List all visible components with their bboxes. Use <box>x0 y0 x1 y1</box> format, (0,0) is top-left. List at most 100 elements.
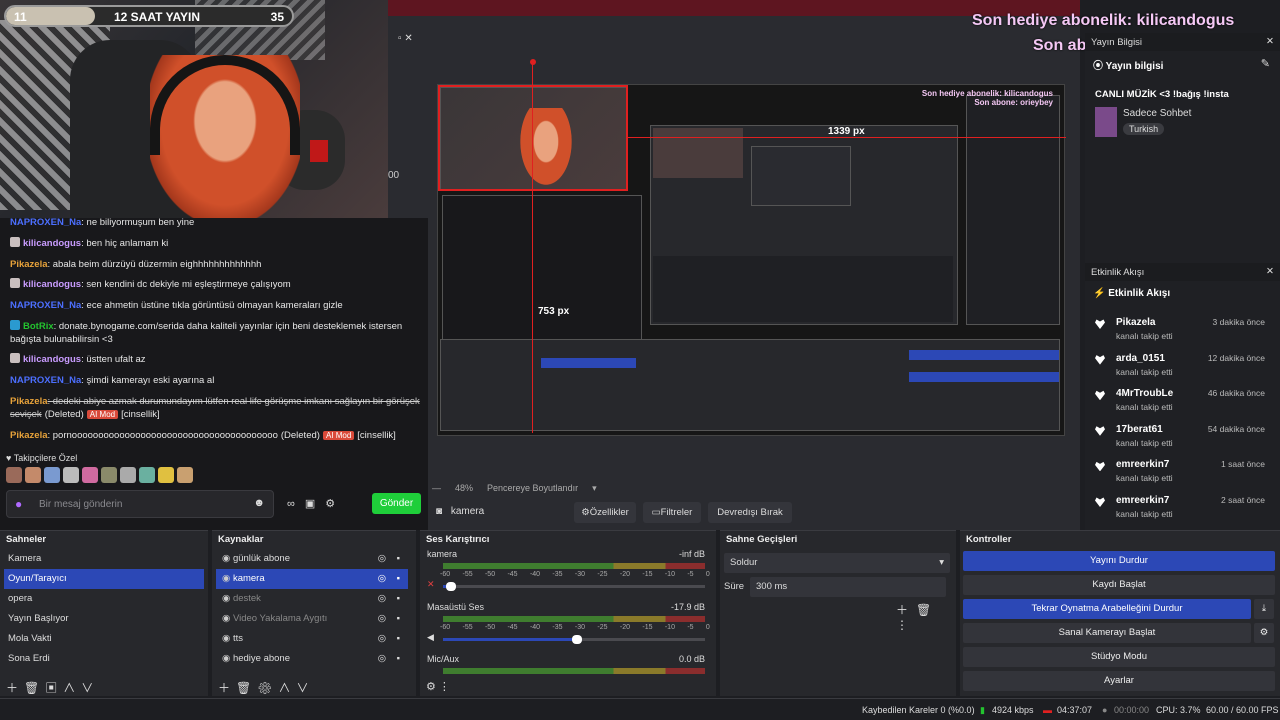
chat-username[interactable]: Pikazela <box>10 396 48 407</box>
chat-username[interactable]: kilicandogus <box>23 238 81 249</box>
event-username[interactable]: 17berat61 <box>1116 424 1163 435</box>
volume-slider[interactable] <box>443 635 705 644</box>
scenes-toolbar[interactable]: ＋🗑▣∧∨ <box>0 676 208 696</box>
emote-icon[interactable] <box>177 467 193 483</box>
emote-icon[interactable] <box>25 467 41 483</box>
sources-toolbar[interactable]: ＋🗑⚙∧∨ <box>212 676 416 696</box>
eye-icon[interactable]: ◎ <box>378 649 386 669</box>
moderation-tag: [cinsellik] <box>357 430 396 441</box>
save-replay-icon[interactable]: ⤓ <box>1254 599 1274 619</box>
scene-item[interactable]: Oyun/Tarayıcı <box>4 569 204 589</box>
source-item[interactable]: ◉ destek ◎ ▪ <box>216 589 408 609</box>
properties-button[interactable]: ⚙Özellikler <box>574 502 636 523</box>
chevron-down-icon[interactable]: ▾ <box>592 483 597 497</box>
source-item[interactable]: ◉ Video Yakalama Aygıtı ◎ ▪ <box>216 609 408 629</box>
eye-icon[interactable]: ◎ <box>378 629 386 649</box>
emote-icon[interactable] <box>120 467 136 483</box>
emote-icon[interactable] <box>158 467 174 483</box>
chat-username[interactable]: NAPROXEN_Na <box>10 375 81 386</box>
volume-slider[interactable] <box>443 582 705 591</box>
transition-tools[interactable]: ＋🗑⋮ <box>896 601 956 632</box>
lock-icon[interactable]: ▪ <box>397 629 400 649</box>
lock-icon[interactable]: ▪ <box>397 569 400 589</box>
filters-button[interactable]: ▭Filtreler <box>643 502 701 523</box>
event-username[interactable]: Pikazela <box>1116 317 1155 328</box>
mixer-toolbar[interactable]: ⚙ ⋮ <box>426 680 450 693</box>
scene-item[interactable]: Sona Erdi <box>4 649 204 669</box>
slider-knob[interactable] <box>571 635 582 644</box>
chat-tools[interactable]: ∞▣⚙ <box>287 497 345 510</box>
chat-username[interactable]: Pikazela <box>10 259 48 270</box>
deactivate-button[interactable]: Devredışı Bırak <box>708 502 792 523</box>
stop-replay-buffer-button[interactable]: Tekrar Oynatma Arabelleğini Durdur <box>963 599 1251 619</box>
heart-icon <box>1095 497 1105 507</box>
chat-username[interactable]: kilicandogus <box>23 279 81 290</box>
event-username[interactable]: 4MrTroubLe <box>1116 388 1173 399</box>
mic-icon[interactable]: ● <box>15 497 22 511</box>
preview-canvas[interactable]: Son hediye abonelik: kilicandogus Son abo… <box>437 59 1066 436</box>
emoji-icon[interactable]: ☻ <box>253 497 265 509</box>
rotation-handle[interactable] <box>530 59 536 65</box>
chat-input[interactable]: ● Bir mesaj gönderin ☻ <box>6 490 274 518</box>
virtual-camera-button[interactable]: Sanal Kamerayı Başlat <box>963 623 1251 643</box>
event-username[interactable]: emreerkin7 <box>1116 459 1169 470</box>
speaker-icon[interactable]: ◀ <box>427 632 434 643</box>
emote-icon[interactable] <box>101 467 117 483</box>
lock-icon[interactable]: ▪ <box>397 589 400 609</box>
eye-icon[interactable]: ◎ <box>378 549 386 569</box>
eye-hidden-icon[interactable]: ◎ <box>378 609 386 629</box>
transition-select[interactable]: Soldur ▾ <box>724 553 950 573</box>
event-username[interactable]: arda_0151 <box>1116 353 1165 364</box>
float-icon[interactable]: ▫ <box>398 33 402 44</box>
duration-input[interactable]: 300 ms <box>750 577 946 597</box>
source-item[interactable]: ◉ hediye abone ◎ ▪ <box>216 649 408 669</box>
scene-item[interactable]: opera <box>4 589 204 609</box>
edit-icon[interactable]: ✎ <box>1261 57 1270 70</box>
chat-text: : sen kendini dc dekiyle mi eşleştirmeye… <box>81 279 291 290</box>
emote-icon[interactable] <box>82 467 98 483</box>
emote-icon[interactable] <box>139 467 155 483</box>
scene-item[interactable]: Kamera <box>4 549 204 569</box>
lock-icon[interactable]: ▪ <box>397 609 400 629</box>
emote-bar[interactable] <box>6 467 193 483</box>
muted-icon[interactable]: ✕ <box>427 579 435 590</box>
dock-controls[interactable]: ▫ ✕ <box>388 33 428 49</box>
slider-knob[interactable] <box>445 582 456 591</box>
lock-icon[interactable]: ▪ <box>397 549 400 569</box>
nested-webcam[interactable] <box>440 87 628 192</box>
close-icon[interactable]: ✕ <box>1266 36 1274 47</box>
eye-icon[interactable]: ◎ <box>378 569 386 589</box>
lock-icon[interactable]: ▪ <box>397 649 400 669</box>
chat-username[interactable]: Pikazela <box>10 430 48 441</box>
chat-username[interactable]: kilicandogus <box>23 354 81 365</box>
scene-item[interactable]: Mola Vakti <box>4 629 204 649</box>
emote-icon[interactable] <box>44 467 60 483</box>
chat-message: Pikazela: dedeki abiye azmak durumundayı… <box>10 395 420 421</box>
category-name[interactable]: Sadece Sohbet <box>1123 108 1191 119</box>
close-icon[interactable]: ✕ <box>1266 266 1274 277</box>
source-item[interactable]: ◉ kamera ◎ ▪ <box>216 569 408 589</box>
gift-icon[interactable]: ▣ <box>305 498 325 510</box>
stop-stream-button[interactable]: Yayını Durdur <box>963 551 1275 571</box>
emote-icon[interactable] <box>63 467 79 483</box>
gear-icon[interactable]: ⚙ <box>325 498 345 510</box>
studio-mode-button[interactable]: Stüdyo Modu <box>963 647 1275 667</box>
chat-username[interactable]: NAPROXEN_Na <box>10 300 81 311</box>
chat-username[interactable]: BotRix <box>23 321 54 332</box>
link-icon[interactable]: ∞ <box>287 498 305 510</box>
eye-hidden-icon[interactable]: ◎ <box>378 589 386 609</box>
send-button[interactable]: Gönder <box>372 493 421 514</box>
source-item[interactable]: ◉ tts ◎ ▪ <box>216 629 408 649</box>
scene-item[interactable]: Yayın Başlıyor <box>4 609 204 629</box>
emote-icon[interactable] <box>6 467 22 483</box>
start-record-button[interactable]: Kaydı Başlat <box>963 575 1275 595</box>
gear-icon[interactable]: ⚙ <box>1254 623 1274 643</box>
close-icon[interactable]: ✕ <box>404 33 412 44</box>
preview-zoom-bar[interactable]: — 48% Pencereye Boyutlandır ▾ <box>432 483 597 497</box>
source-item[interactable]: ◉ günlük abone ◎ ▪ <box>216 549 408 569</box>
zoom-out-icon[interactable]: — <box>432 483 441 497</box>
chat-username[interactable]: NAPROXEN_Na <box>10 217 81 228</box>
resize-to-window-label[interactable]: Pencereye Boyutlandır <box>487 483 578 497</box>
event-username[interactable]: emreerkin7 <box>1116 495 1169 506</box>
settings-button[interactable]: Ayarlar <box>963 671 1275 691</box>
